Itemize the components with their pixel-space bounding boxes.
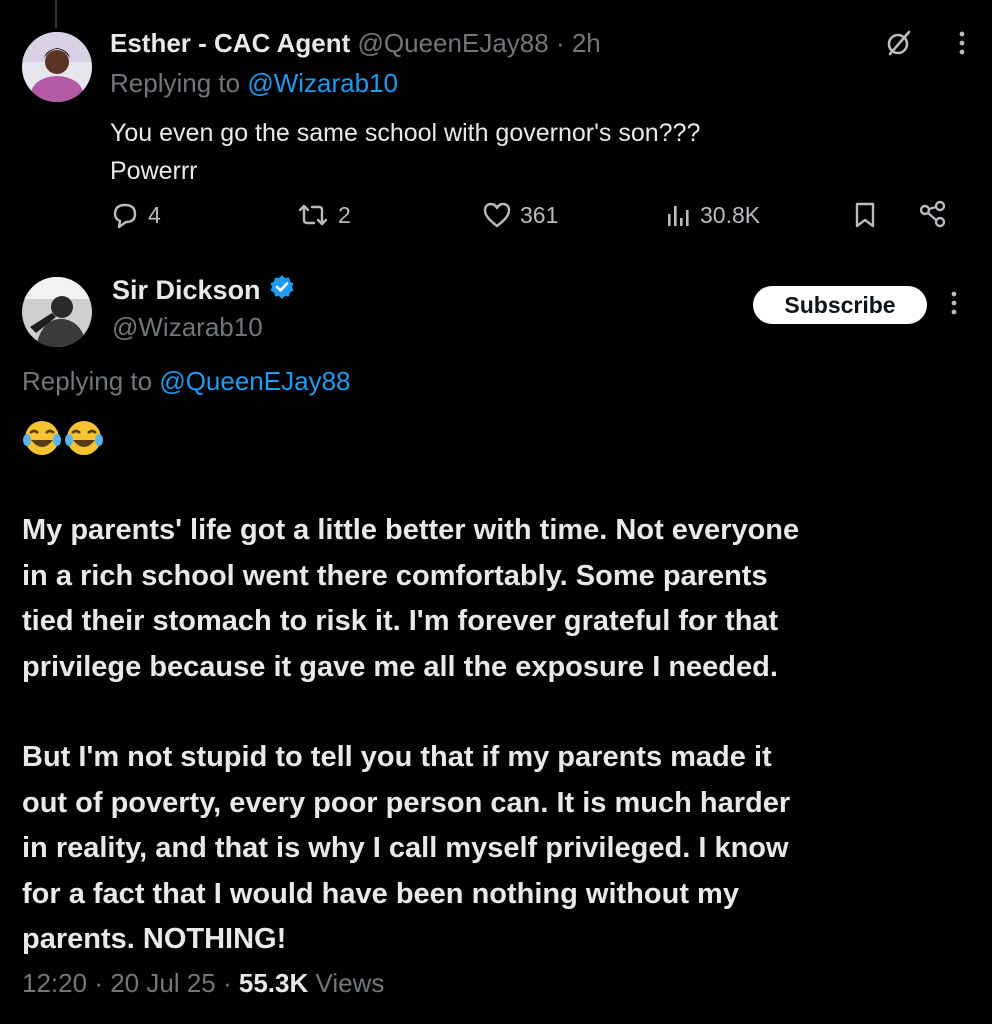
- author-handle[interactable]: @QueenEJay88: [358, 28, 549, 58]
- tweet-date[interactable]: 20 Jul 25: [110, 968, 216, 998]
- author-name[interactable]: Esther - CAC Agent: [110, 28, 350, 58]
- body-line: But I'm not stupid to tell you that if m…: [22, 741, 772, 773]
- reply-header: Esther - CAC Agent @QueenEJay88 · 2h: [110, 28, 601, 59]
- tears-of-joy-emoji-icon: [23, 421, 103, 455]
- like-count: 361: [520, 201, 559, 228]
- bookmark-icon: [852, 200, 878, 230]
- replying-to-label: Replying to: [22, 366, 153, 396]
- share-button[interactable]: [918, 200, 948, 230]
- repost-button[interactable]: 2: [296, 200, 351, 230]
- reply-icon: [110, 200, 140, 230]
- repost-count: 2: [338, 201, 351, 228]
- avatar-esther[interactable]: [22, 32, 92, 102]
- author-handle[interactable]: @Wizarab10: [112, 312, 263, 343]
- body-line: My parents' life got a little better wit…: [22, 514, 800, 546]
- like-button[interactable]: 361: [482, 200, 558, 230]
- views-count: 30.8K: [700, 201, 761, 228]
- body-line: privilege because it gave me all the exp…: [22, 650, 778, 683]
- views-icon: [666, 200, 692, 230]
- tweet-time[interactable]: 12:20: [22, 968, 87, 998]
- header-separator: ·: [555, 28, 565, 58]
- body-line: in a rich school went there comfortably.…: [22, 559, 768, 592]
- more-icon[interactable]: [958, 30, 966, 61]
- body-line: out of poverty, every poor person can. I…: [22, 786, 791, 819]
- reply-action-bar: 4 2 361 30.8K: [0, 200, 992, 244]
- reply-text: You even go the same school with governo…: [110, 114, 870, 190]
- reply-top-actions: [884, 28, 966, 63]
- views-count[interactable]: 55.3K: [239, 968, 308, 998]
- replying-to-line: Replying to @Wizarab10: [110, 68, 398, 99]
- author-name[interactable]: Sir Dickson: [112, 275, 261, 306]
- reply-text-line: Powerrr: [110, 157, 198, 185]
- meta-separator: ·: [222, 968, 232, 998]
- replying-to-handle[interactable]: @QueenEJay88: [159, 366, 350, 396]
- meta-separator: ·: [94, 968, 103, 998]
- body-line: in reality, and that is why I call mysel…: [22, 832, 789, 864]
- verified-badge-icon: [269, 274, 295, 307]
- views-button[interactable]: 30.8K: [666, 200, 760, 230]
- replying-to-handle[interactable]: @Wizarab10: [247, 68, 398, 98]
- like-icon: [482, 200, 512, 230]
- more-icon[interactable]: [950, 290, 958, 321]
- repost-icon: [296, 200, 330, 230]
- body-line: parents. NOTHING!: [22, 923, 287, 955]
- tweet-meta: 12:20 · 20 Jul 25 · 55.3K Views: [22, 968, 384, 999]
- reply-button[interactable]: 4: [110, 200, 161, 230]
- avatar-sir-dickson[interactable]: [22, 277, 92, 347]
- bookmark-button[interactable]: [852, 200, 878, 230]
- main-author-row: Sir Dickson: [112, 274, 295, 307]
- thread-connector-line: [55, 0, 57, 28]
- grok-icon[interactable]: [884, 28, 914, 63]
- share-icon: [918, 200, 948, 230]
- tweet-time[interactable]: 2h: [572, 28, 601, 58]
- main-tweet-body: My parents' life got a little better wit…: [22, 508, 972, 963]
- replying-to-label: Replying to: [110, 68, 241, 98]
- replying-to-line: Replying to @QueenEJay88: [22, 366, 351, 397]
- subscribe-button[interactable]: Subscribe: [753, 286, 927, 324]
- reply-count: 4: [148, 201, 161, 228]
- body-line: for a fact that I would have been nothin…: [22, 877, 739, 910]
- laughing-emoji: 😂😂: [22, 418, 106, 458]
- body-line: tied their stomach to risk it. I'm forev…: [22, 605, 779, 637]
- views-label: Views: [315, 968, 385, 998]
- reply-text-line: You even go the same school with governo…: [110, 119, 701, 147]
